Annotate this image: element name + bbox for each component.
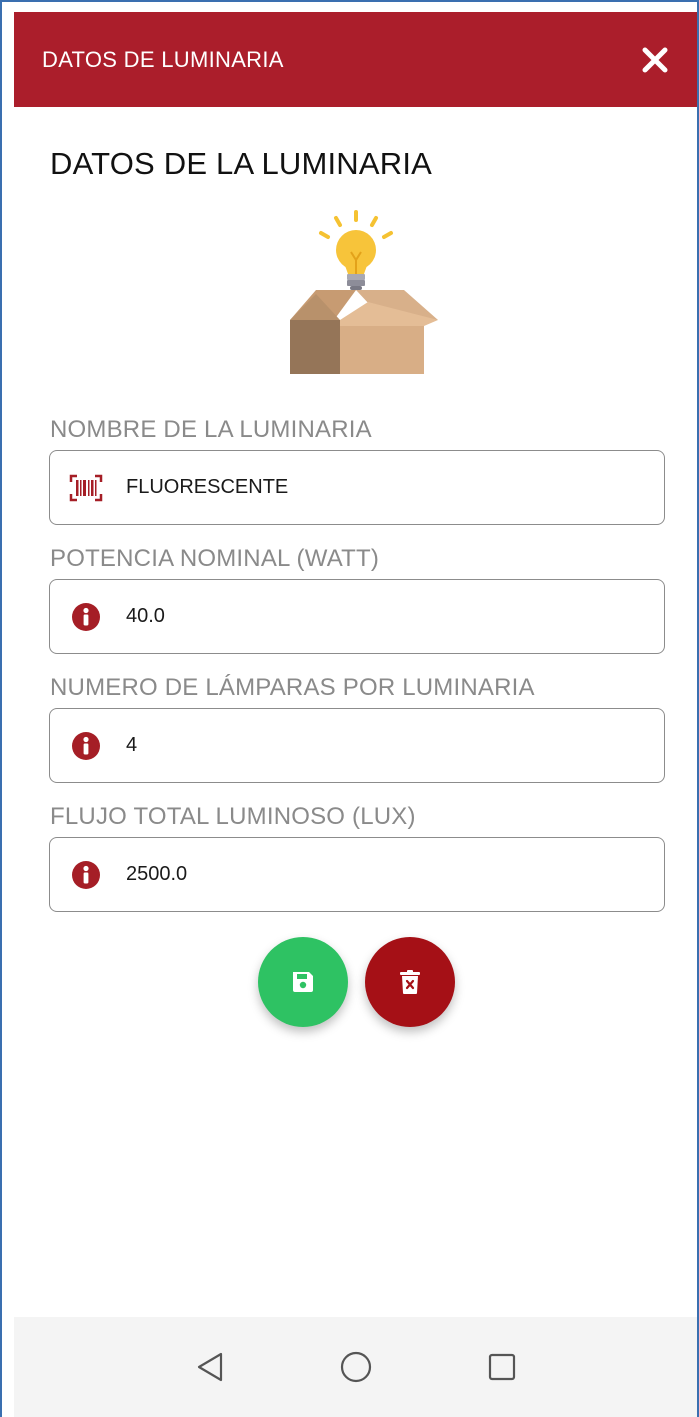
info-icon [68, 857, 104, 893]
barcode-icon [68, 470, 104, 506]
nav-recents-button[interactable] [482, 1347, 522, 1387]
field-label-nominal-power: POTENCIA NOMINAL (WATT) [50, 545, 380, 572]
app-bar-title: DATOS DE LUMINARIA [42, 46, 284, 72]
lamps-per-luminaire-value: 4 [126, 734, 138, 756]
nav-home-button[interactable] [336, 1347, 376, 1387]
delete-button[interactable] [365, 937, 455, 1027]
back-triangle-icon [197, 1352, 222, 1382]
nominal-power-field[interactable]: 40.0 [49, 579, 665, 654]
field-label-total-luminous-flux: FLUJO TOTAL LUMINOSO (LUX) [50, 803, 416, 830]
total-luminous-flux-field[interactable]: 2500.0 [49, 837, 665, 912]
field-label-lamps-per-luminaire: NUMERO DE LÁMPARAS POR LUMINARIA [50, 674, 535, 701]
page-title: DATOS DE LA LUMINARIA [50, 146, 433, 181]
info-icon [68, 599, 104, 635]
luminaire-name-field[interactable]: FLUORESCENTE [49, 450, 665, 525]
close-button[interactable] [635, 40, 675, 80]
delete-icon [400, 970, 420, 994]
luminaire-name-value: FLUORESCENTE [126, 476, 289, 498]
close-icon [642, 47, 668, 72]
save-button[interactable] [258, 937, 348, 1027]
lamps-per-luminaire-field[interactable]: 4 [49, 708, 665, 783]
home-circle-icon [340, 1351, 371, 1383]
system-navigation-bar [14, 1317, 697, 1417]
app-bar: DATOS DE LUMINARIA [14, 12, 697, 107]
total-luminous-flux-value: 2500.0 [126, 863, 188, 885]
lightbulb-box-illustration [290, 210, 438, 374]
field-label-luminaire-name: NOMBRE DE LA LUMINARIA [50, 416, 372, 443]
nominal-power-value: 40.0 [126, 605, 165, 627]
nav-back-button[interactable] [190, 1347, 230, 1387]
screen: DATOS DE LUMINARIA DATOS DE LA LUMINARIA [0, 0, 699, 1417]
save-icon [293, 972, 313, 992]
recents-square-icon [488, 1353, 515, 1381]
info-icon [68, 728, 104, 764]
